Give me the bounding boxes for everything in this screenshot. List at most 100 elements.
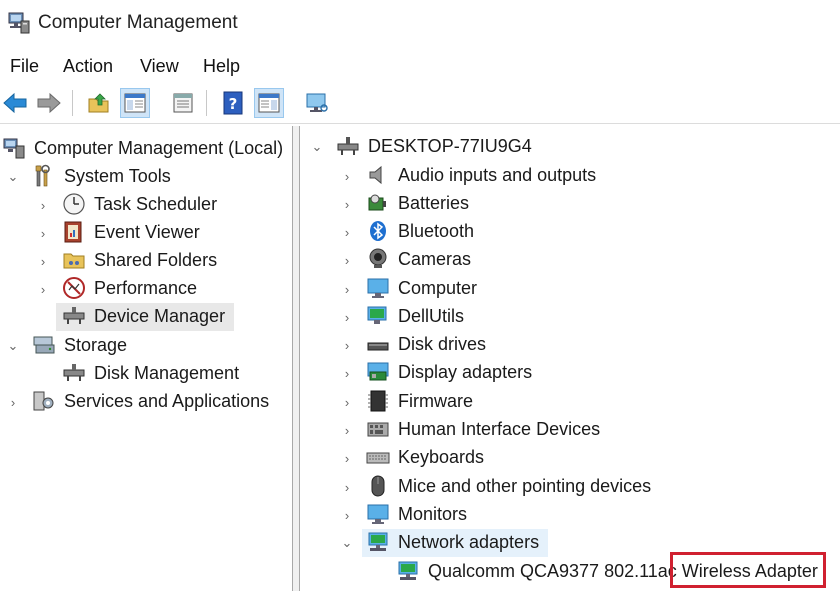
network-adapter-icon — [398, 561, 418, 580]
category-label: Bluetooth — [398, 221, 475, 241]
forward-button[interactable] — [34, 88, 64, 118]
category-label: Computer — [398, 278, 478, 298]
chevron-right-icon[interactable]: › — [36, 226, 50, 241]
properties-button[interactable] — [168, 88, 198, 118]
computer-management-icon — [8, 12, 30, 34]
chevron-right-icon[interactable]: › — [340, 253, 354, 268]
bluetooth-icon — [370, 221, 386, 241]
tree-label: Device Manager — [94, 306, 226, 326]
computer-tower-icon — [337, 137, 359, 155]
category-mice[interactable]: › Mice and other pointing devices — [300, 473, 840, 501]
battery-icon — [368, 194, 386, 211]
device-tree-root[interactable]: ⌄ DESKTOP-77IU9G4 — [300, 133, 840, 161]
tree-label: Event Viewer — [94, 222, 200, 242]
storage-icon — [33, 336, 55, 354]
category-dellutils[interactable]: › DellUtils — [300, 303, 840, 331]
tree-item-device-manager[interactable]: Device Manager — [0, 303, 292, 331]
tree-item-services-and-applications[interactable]: › Services and Applications — [0, 388, 292, 416]
console-tree-icon — [124, 93, 146, 113]
chevron-down-icon[interactable]: ⌄ — [6, 338, 20, 353]
folder-up-icon — [88, 93, 109, 113]
event-log-icon — [64, 221, 82, 243]
category-hid[interactable]: › Human Interface Devices — [300, 416, 840, 444]
category-display-adapters[interactable]: › Display adapters — [300, 359, 840, 387]
chevron-right-icon[interactable]: › — [340, 395, 354, 410]
category-label: Mice and other pointing devices — [398, 476, 652, 496]
category-batteries[interactable]: › Batteries — [300, 190, 840, 218]
menu-view[interactable]: View — [140, 56, 179, 77]
chevron-right-icon[interactable]: › — [6, 395, 20, 410]
arrow-right-icon — [37, 92, 61, 114]
chevron-right-icon[interactable]: › — [340, 197, 354, 212]
category-label: DellUtils — [398, 306, 465, 326]
chevron-right-icon[interactable]: › — [340, 423, 354, 438]
category-bluetooth[interactable]: › Bluetooth — [300, 218, 840, 246]
category-disk-drives[interactable]: › Disk drives — [300, 331, 840, 359]
tree-item-task-scheduler[interactable]: › Task Scheduler — [0, 191, 292, 219]
tools-icon — [35, 164, 50, 187]
tree-item-shared-folders[interactable]: › Shared Folders — [0, 247, 292, 275]
tree-item-storage[interactable]: ⌄ Storage — [0, 332, 292, 360]
chevron-right-icon[interactable]: › — [340, 310, 354, 325]
chevron-down-icon[interactable]: ⌄ — [6, 169, 20, 184]
category-keyboards[interactable]: › Keyboards — [300, 444, 840, 472]
monitor-icon — [367, 278, 389, 298]
chevron-right-icon[interactable]: › — [340, 282, 354, 297]
chevron-right-icon[interactable]: › — [340, 451, 354, 466]
tree-item-computer-management[interactable]: Computer Management (Local) — [0, 135, 292, 163]
disk-management-icon — [63, 364, 85, 381]
network-monitor-icon — [367, 306, 387, 324]
device-manager-icon — [63, 307, 85, 324]
chevron-down-icon[interactable]: ⌄ — [340, 535, 354, 550]
chevron-right-icon[interactable]: › — [36, 198, 50, 213]
pane-splitter[interactable] — [292, 126, 300, 591]
chevron-down-icon[interactable]: ⌄ — [310, 139, 324, 154]
annotation-highlight-box — [670, 552, 826, 588]
menu-action[interactable]: Action — [63, 56, 113, 77]
menu-help[interactable]: Help — [203, 56, 240, 77]
hid-icon — [367, 422, 389, 437]
category-monitors[interactable]: › Monitors — [300, 501, 840, 529]
tree-item-event-viewer[interactable]: › Event Viewer — [0, 219, 292, 247]
tree-item-disk-management[interactable]: Disk Management — [0, 360, 292, 388]
chevron-right-icon[interactable]: › — [340, 480, 354, 495]
tree-label: System Tools — [64, 166, 171, 186]
tree-item-system-tools[interactable]: ⌄ System Tools — [0, 163, 292, 191]
category-cameras[interactable]: › Cameras — [300, 246, 840, 274]
tree-label: Computer Management (Local) — [34, 138, 284, 158]
show-action-pane-button[interactable] — [254, 88, 284, 118]
tree-item-performance[interactable]: › Performance — [0, 275, 292, 303]
chevron-right-icon[interactable]: › — [340, 508, 354, 523]
tree-label: Storage — [64, 335, 128, 355]
services-icon — [33, 391, 54, 411]
category-label: Display adapters — [398, 362, 533, 382]
category-firmware[interactable]: › Firmware — [300, 388, 840, 416]
chevron-right-icon[interactable]: › — [36, 254, 50, 269]
tree-label: Shared Folders — [94, 250, 218, 270]
window-title: Computer Management — [38, 12, 238, 33]
category-label: Batteries — [398, 193, 470, 213]
show-hide-console-tree-button[interactable] — [120, 88, 150, 118]
scan-hardware-button[interactable] — [302, 88, 332, 118]
chevron-right-icon[interactable]: › — [340, 225, 354, 240]
toolbar-separator — [206, 90, 207, 116]
chevron-right-icon[interactable]: › — [36, 282, 50, 297]
menu-file[interactable]: File — [10, 56, 39, 77]
chevron-right-icon[interactable]: › — [340, 366, 354, 381]
chevron-right-icon[interactable]: › — [340, 169, 354, 184]
category-label: Keyboards — [398, 447, 485, 467]
console-tree: Computer Management (Local) ⌄ System Too… — [0, 126, 292, 591]
category-audio[interactable]: › Audio inputs and outputs — [300, 162, 840, 190]
up-one-level-button[interactable] — [84, 88, 114, 118]
webcam-icon — [369, 248, 387, 268]
category-computer[interactable]: › Computer — [300, 275, 840, 303]
properties-icon — [173, 93, 193, 113]
back-button[interactable] — [0, 88, 30, 118]
chevron-right-icon[interactable]: › — [340, 338, 354, 353]
arrow-left-icon — [3, 92, 27, 114]
mouse-icon — [371, 475, 385, 497]
keyboard-icon — [366, 452, 390, 464]
chip-icon — [368, 390, 388, 412]
help-button[interactable]: ? — [218, 88, 248, 118]
category-label: Cameras — [398, 249, 472, 269]
